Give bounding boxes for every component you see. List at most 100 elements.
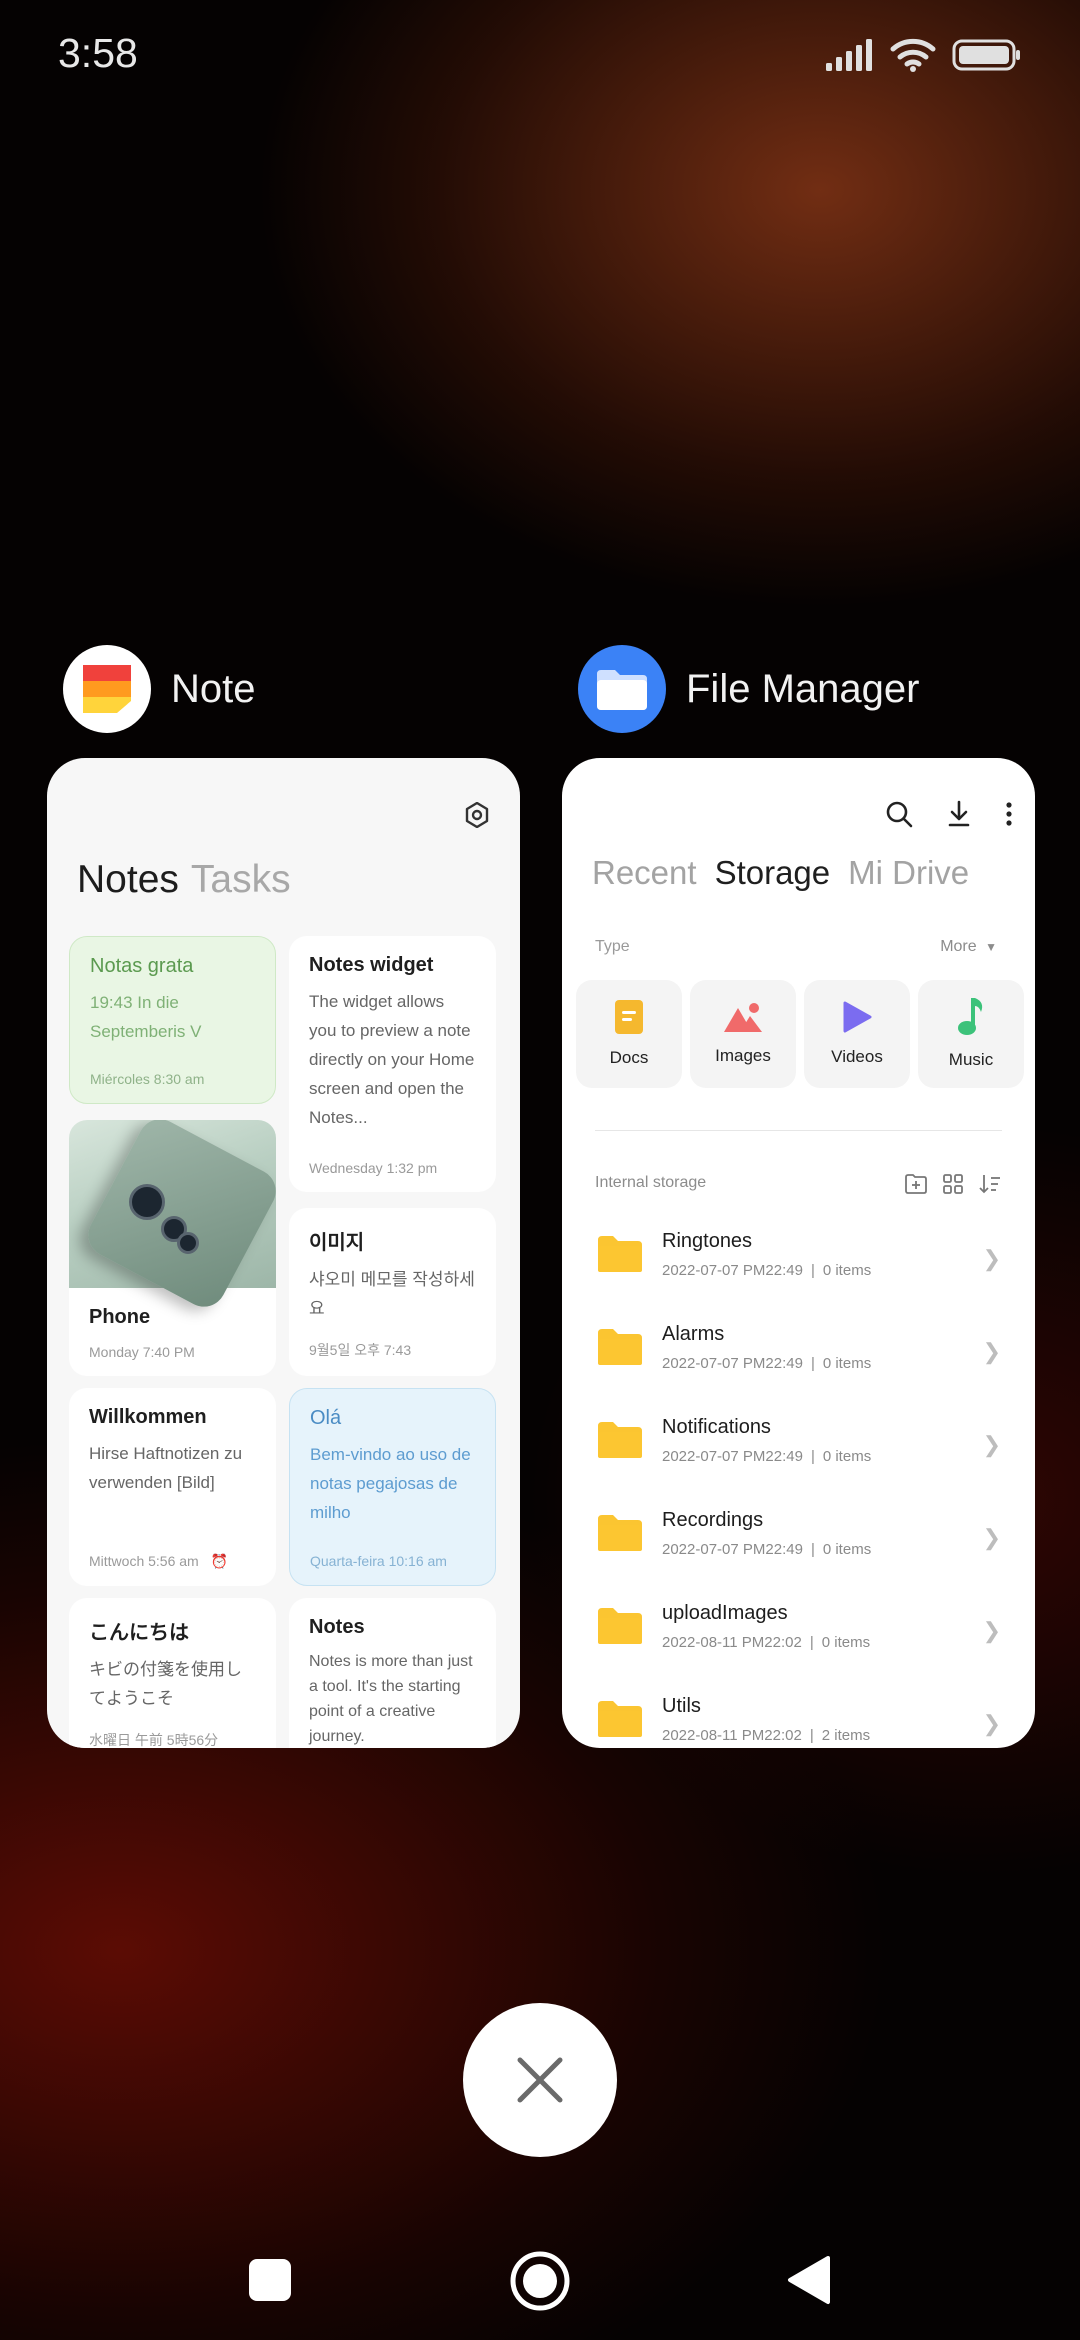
tab-tasks[interactable]: Tasks: [191, 858, 291, 901]
folder-date: 2022-07-07 PM22:49: [662, 1541, 803, 1558]
folder-icon: [598, 1422, 642, 1458]
settings-icon[interactable]: [464, 802, 490, 828]
type-music[interactable]: Music: [918, 980, 1024, 1088]
folder-row[interactable]: Utils 2022-08-11 PM22:02 | 2 items ❯: [562, 1685, 1035, 1748]
file-manager-tabs: Recent Storage Mi Drive: [592, 854, 987, 892]
navigation-bar: [0, 2240, 1080, 2320]
folder-icon: [598, 1701, 642, 1737]
folder-date: 2022-07-07 PM22:49: [662, 1262, 803, 1279]
chevron-right-icon: ❯: [982, 1246, 1001, 1271]
folder-name: Alarms: [662, 1323, 725, 1345]
download-icon[interactable]: [947, 800, 971, 828]
note-title: 이미지: [309, 1232, 365, 1254]
folder-icon: [598, 1236, 642, 1272]
separator: |: [810, 1262, 815, 1279]
search-icon[interactable]: [885, 800, 913, 828]
alarm-icon: ⏰: [210, 1553, 229, 1569]
folder-icon: [598, 1515, 642, 1551]
folder-name: uploadImages: [662, 1602, 788, 1624]
divider: [595, 1130, 1002, 1131]
grid-view-icon[interactable]: [943, 1174, 963, 1194]
note-card[interactable]: Notas grata 19:43 In die Septemberis V M…: [69, 936, 276, 1104]
type-docs[interactable]: Docs: [576, 980, 682, 1088]
note-body: 19:43 In die Septemberis V: [90, 993, 202, 1041]
folder-item-count: 0 items: [822, 1262, 872, 1279]
phone-photo: [69, 1120, 276, 1315]
sort-icon[interactable]: [979, 1174, 1001, 1194]
folder-item-count: 0 items: [822, 1448, 872, 1465]
note-card[interactable]: 이미지 샤오미 메모를 작성하세요 9월5일 오후 7:43: [289, 1208, 496, 1376]
note-body: Hirse Haftnotizen zu verwenden [Bild]: [89, 1444, 243, 1492]
separator: |: [809, 1634, 814, 1651]
separator: |: [810, 1541, 815, 1558]
home-button[interactable]: [509, 2250, 571, 2312]
note-date: Monday 7:40 PM: [89, 1344, 195, 1360]
note-card[interactable]: Notes widget The widget allows you to pr…: [289, 936, 496, 1192]
folder-date: 2022-08-11 PM22:02: [662, 1727, 802, 1744]
more-options-icon[interactable]: [1005, 800, 1013, 828]
folder-name: Utils: [662, 1695, 701, 1717]
note-card[interactable]: Notes Notes is more than just a tool. It…: [289, 1598, 496, 1748]
note-date: 水曜日 午前 5時56分: [89, 1732, 219, 1748]
document-icon: [615, 1000, 643, 1034]
chevron-right-icon: ❯: [982, 1618, 1001, 1643]
signal-icon: [826, 39, 872, 71]
folder-name: Recordings: [662, 1509, 764, 1531]
separator: |: [810, 1448, 815, 1465]
note-body: キビの付箋を使用してようこそ: [89, 1660, 242, 1708]
image-icon: [724, 1003, 762, 1032]
note-app-name: Note: [171, 666, 256, 711]
note-title: Olá: [310, 1407, 342, 1429]
tab-notes[interactable]: Notes: [77, 858, 179, 901]
note-app-preview[interactable]: Notes Tasks Notas grata 19:43 In die Sept…: [47, 758, 520, 1748]
folder-row[interactable]: Notifications 2022-07-07 PM22:49 | 0 items ❯: [562, 1406, 1035, 1498]
note-card[interactable]: Phone Monday 7:40 PM: [69, 1120, 276, 1376]
folder-icon: [598, 1608, 642, 1644]
file-manager-preview[interactable]: Recent Storage Mi Drive Type More ▼ Docs I…: [562, 758, 1035, 1748]
folder-item-count: 0 items: [821, 1634, 871, 1651]
close-icon: [517, 2057, 563, 2103]
note-date: 9월5일 오후 7:43: [309, 1342, 412, 1358]
note-date: Mittwoch 5:56 am: [89, 1553, 199, 1569]
type-images[interactable]: Images: [690, 980, 796, 1088]
note-title: Notas grata: [90, 955, 194, 977]
note-date: Quarta-feira 10:16 am: [310, 1553, 447, 1569]
chevron-right-icon: ❯: [982, 1711, 1001, 1736]
folder-row[interactable]: Recordings 2022-07-07 PM22:49 | 0 items ❯: [562, 1499, 1035, 1591]
folder-row[interactable]: uploadImages 2022-08-11 PM22:02 | 0 items ❯: [562, 1592, 1035, 1684]
note-app-header[interactable]: Note: [63, 644, 256, 734]
file-manager-app-header[interactable]: File Manager: [578, 644, 919, 734]
folder-row[interactable]: Alarms 2022-07-07 PM22:49 | 0 items ❯: [562, 1313, 1035, 1405]
note-app-icon: [63, 645, 151, 733]
note-body: Notes is more than just a tool. It's the…: [309, 1653, 473, 1745]
tab-mi-drive[interactable]: Mi Drive: [848, 854, 969, 891]
clear-all-button[interactable]: [463, 2003, 617, 2157]
note-card[interactable]: Willkommen Hirse Haftnotizen zu verwende…: [69, 1388, 276, 1586]
folder-row[interactable]: Ringtones 2022-07-07 PM22:49 | 0 items ❯: [562, 1220, 1035, 1312]
note-title: Notes widget: [309, 954, 434, 976]
music-note-icon: [958, 998, 983, 1035]
back-button[interactable]: [786, 2254, 832, 2306]
note-date: Miércoles 8:30 am: [90, 1071, 205, 1087]
folder-app-icon: [578, 645, 666, 733]
note-title: Willkommen: [89, 1406, 207, 1428]
status-time: 3:58: [58, 30, 138, 76]
caret-down-icon: ▼: [985, 940, 997, 954]
separator: |: [809, 1727, 814, 1744]
folder-date: 2022-08-11 PM22:02: [662, 1634, 802, 1651]
type-section-label: Type: [595, 938, 630, 955]
note-body: 샤오미 메모를 작성하세요: [309, 1270, 475, 1318]
battery-icon: [952, 39, 1020, 71]
folder-date: 2022-07-07 PM22:49: [662, 1355, 803, 1372]
folder-icon: [598, 1329, 642, 1365]
more-button[interactable]: More ▼: [940, 938, 997, 956]
note-card[interactable]: こんにちは キビの付箋を使用してようこそ 水曜日 午前 5時56分: [69, 1598, 276, 1748]
new-folder-icon[interactable]: [905, 1174, 927, 1194]
tab-recent[interactable]: Recent: [592, 854, 697, 891]
type-videos[interactable]: Videos: [804, 980, 910, 1088]
note-card[interactable]: Olá Bem-vindo ao uso de notas pegajosas …: [289, 1388, 496, 1586]
folder-name: Ringtones: [662, 1230, 753, 1252]
recents-button[interactable]: [248, 2258, 292, 2302]
tab-storage[interactable]: Storage: [715, 854, 831, 891]
note-body: Bem-vindo ao uso de notas pegajosas de m…: [310, 1445, 471, 1522]
